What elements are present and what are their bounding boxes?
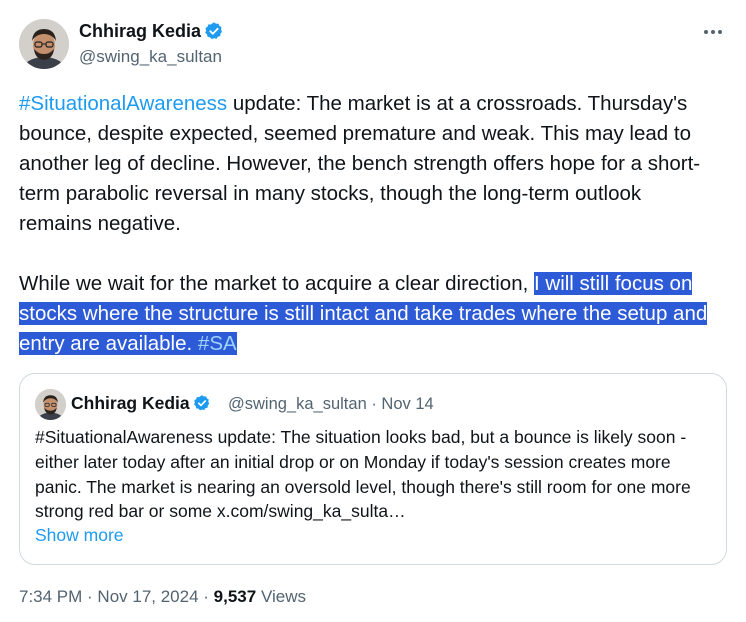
quote-author-avatar[interactable] [35, 389, 66, 420]
quoted-tweet-card[interactable]: Chhirag Kedia @swing_ka_sultan · Nov 14 … [19, 373, 727, 565]
author-handle[interactable]: @swing_ka_sultan [79, 47, 222, 67]
quote-author-name[interactable]: Chhirag Kedia [71, 393, 211, 414]
verified-badge-icon [205, 22, 223, 40]
verified-badge-icon [193, 395, 209, 411]
author-avatar[interactable] [19, 19, 69, 69]
show-more-link[interactable]: Show more [35, 525, 124, 546]
tweet-time[interactable]: 7:34 PM [19, 587, 82, 606]
hashtag-situational-awareness[interactable]: #SituationalAwareness [19, 92, 227, 115]
separator: · [198, 587, 214, 606]
quote-avatar-image [35, 389, 66, 420]
author-name-text: Chhirag Kedia [79, 21, 202, 41]
avatar-image [19, 19, 69, 69]
quote-text: #SituationalAwareness update: The situat… [35, 427, 691, 522]
tweet-text: #SituationalAwareness update: The market… [19, 89, 719, 359]
tweet-footer: 7:34 PM · Nov 17, 2024 · 9,537 Views [19, 587, 306, 607]
more-options-icon[interactable] [702, 22, 724, 46]
views-label: Views [256, 587, 306, 606]
views-count: 9,537 [213, 587, 257, 606]
quote-handle-date: @swing_ka_sultan · Nov 14 [228, 395, 434, 413]
more-dots-icon [704, 30, 722, 34]
separator: · [82, 587, 98, 606]
tweet-date[interactable]: Nov 17, 2024 [97, 587, 198, 606]
tweet-paragraph-2: While we wait for the market to acquire … [19, 272, 534, 295]
author-name[interactable]: Chhirag Kedia [79, 21, 224, 42]
quote-author-name-text: Chhirag Kedia [71, 393, 190, 413]
hashtag-sa[interactable]: #SA [198, 332, 237, 355]
